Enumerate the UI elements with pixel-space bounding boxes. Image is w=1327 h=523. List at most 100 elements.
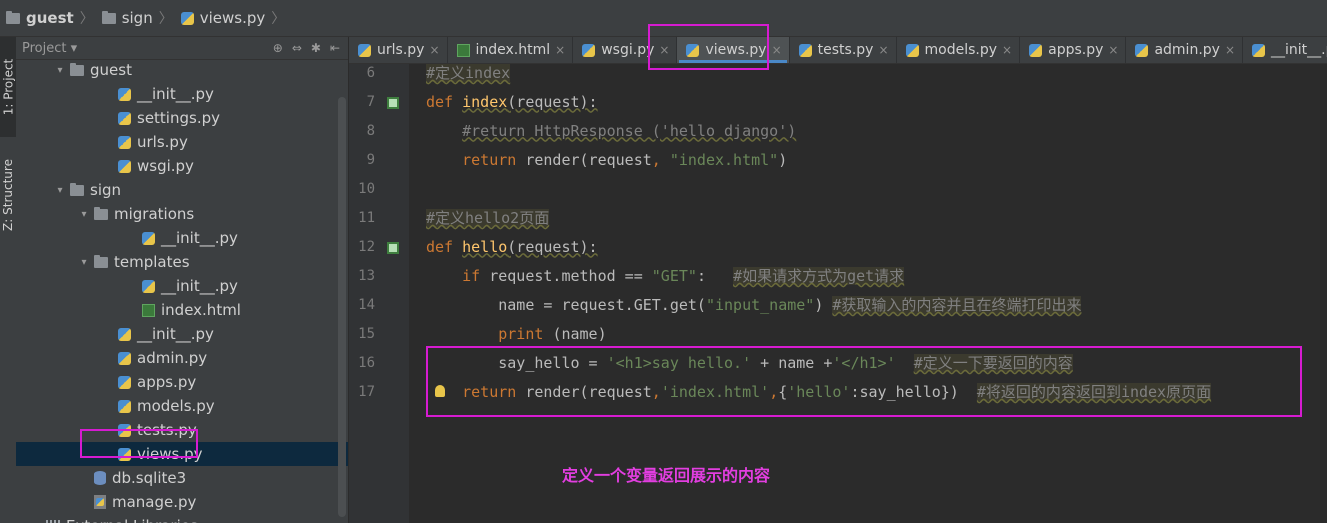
tree-item[interactable]: urls.py: [16, 130, 348, 154]
structure-tool-tab[interactable]: Z: Structure: [0, 142, 16, 247]
tree-item[interactable]: ▾ guest: [16, 58, 348, 82]
close-icon[interactable]: ×: [429, 43, 439, 57]
python-file-icon: [118, 399, 131, 413]
locate-icon[interactable]: ⊕: [273, 41, 283, 55]
settings-gear-icon[interactable]: ✱: [311, 41, 321, 55]
python-file-icon: [798, 43, 812, 57]
tree-item[interactable]: ▸External Libraries: [16, 514, 346, 523]
folder-icon: [6, 10, 20, 24]
line-number: 6: [366, 64, 375, 81]
tree-item[interactable]: db.sqlite3: [16, 466, 348, 490]
code-token: def: [426, 237, 463, 256]
tree-item-label: External Libraries: [66, 517, 198, 523]
breadcrumb-separator: 〉: [158, 11, 173, 27]
project-panel-header: Project ▾ ⊕ ⇔ ✱ ⇤: [16, 37, 348, 60]
line-number: 8: [366, 122, 375, 139]
tree-item[interactable]: index.html: [16, 298, 348, 322]
folder-icon: [70, 182, 84, 196]
folder-icon: [70, 62, 84, 76]
breadcrumb-folder[interactable]: sign: [96, 9, 157, 27]
python-file-icon: [118, 375, 131, 389]
python-file-icon: [582, 43, 596, 57]
close-icon[interactable]: ×: [1002, 43, 1012, 57]
tree-item[interactable]: __init__.py: [16, 82, 348, 106]
code-token: #return HttpResponse ('hello django'): [462, 121, 797, 140]
code-token: name = request.GET.get(: [426, 296, 706, 314]
python-file-icon: [1252, 43, 1266, 57]
editor-tab-label: apps.py: [1048, 42, 1104, 58]
project-panel-tools: ⊕ ⇔ ✱ ⇤: [273, 41, 348, 55]
python-file-icon: [358, 43, 371, 57]
tree-item[interactable]: apps.py: [16, 370, 348, 394]
code-line: 12 def hello(request):: [349, 232, 1327, 261]
project-view-selector[interactable]: Project ▾: [22, 41, 77, 56]
close-icon[interactable]: ×: [555, 43, 565, 57]
tree-item[interactable]: ▾ sign: [16, 178, 348, 202]
code-token: (name): [552, 324, 607, 343]
chevron-down-icon[interactable]: ▾: [78, 209, 90, 220]
folder-icon: [101, 10, 116, 24]
line-number: 16: [358, 354, 375, 371]
tree-item-label: index.html: [161, 301, 241, 319]
python-file-icon: [118, 87, 131, 101]
python-file-icon: [118, 111, 131, 125]
chevron-down-icon[interactable]: ▾: [78, 257, 90, 268]
tree-item[interactable]: manage.py: [16, 490, 348, 514]
close-icon[interactable]: ×: [772, 43, 782, 57]
run-gutter-icon[interactable]: [387, 95, 399, 109]
close-icon[interactable]: ×: [878, 43, 888, 57]
line-number: 14: [358, 296, 375, 313]
breadcrumb-file[interactable]: views.py: [175, 9, 270, 27]
code-line: 13 if request.method == "GET": #如果请求方式为g…: [349, 261, 1327, 290]
tree-item-label: db.sqlite3: [112, 469, 187, 487]
tree-item[interactable]: ▾ migrations: [16, 202, 348, 226]
tree-item-label: manage.py: [112, 493, 197, 511]
tree-item-label: __init__.py: [161, 277, 238, 295]
code-text: return render(request, "index.html"): [426, 151, 787, 169]
breadcrumb-project[interactable]: guest: [0, 9, 78, 27]
code-token: def: [426, 92, 463, 111]
breadcrumb-file-label: views.py: [199, 9, 266, 27]
run-gutter-icon[interactable]: [387, 240, 399, 254]
close-icon[interactable]: ×: [1108, 43, 1118, 57]
code-line: 11 #定义hello2页面: [349, 203, 1327, 232]
tree-item[interactable]: admin.py: [16, 346, 348, 370]
project-tool-tab[interactable]: 1: Project: [0, 37, 16, 137]
line-number: 7: [366, 93, 375, 110]
highlight-box-views-tab: [648, 24, 769, 70]
python-file-icon: [118, 159, 131, 173]
python-file-icon: [905, 43, 919, 57]
chevron-down-icon[interactable]: ▾: [54, 185, 66, 196]
editor-tab-label: urls.py: [377, 42, 425, 58]
tree-item-label: settings.py: [137, 109, 220, 127]
tree-item[interactable]: __init__.py: [16, 274, 348, 298]
structure-tool-tab-label: Z: Structure: [1, 158, 15, 231]
tree-item-label: urls.py: [137, 133, 188, 151]
folder-icon: [94, 254, 108, 268]
tree-item[interactable]: models.py: [16, 394, 348, 418]
tree-item-label: wsgi.py: [137, 157, 194, 175]
code-token: index: [462, 92, 508, 111]
chevron-down-icon[interactable]: ▾: [54, 65, 66, 76]
tree-item[interactable]: settings.py: [16, 106, 348, 130]
close-icon[interactable]: ×: [1225, 43, 1235, 57]
hide-icon[interactable]: ⇤: [330, 41, 340, 55]
line-number: 11: [358, 209, 375, 226]
editor-tab-label: wsgi.py: [601, 42, 655, 58]
code-view[interactable]: 6 #定义index 7 def index(request): 8 #return H…: [349, 64, 1327, 523]
tree-item[interactable]: __init__.py: [16, 322, 348, 346]
code-text: if request.method == "GET": #如果请求方式为get请…: [426, 265, 905, 286]
code-token: #获取输入的内容并且在终端打印出来: [832, 296, 1082, 314]
tree-item[interactable]: __init__.py: [16, 226, 348, 250]
code-token: (request):: [507, 92, 598, 111]
tree-item-label: models.py: [137, 397, 215, 415]
tree-item[interactable]: wsgi.py: [16, 154, 348, 178]
python-file-icon: [118, 351, 131, 365]
project-scrollbar[interactable]: [338, 97, 346, 517]
line-number: 9: [366, 151, 375, 168]
collapse-icon[interactable]: ⇔: [292, 41, 302, 55]
tree-item[interactable]: ▾ templates: [16, 250, 348, 274]
editor-tab-label: models.py: [924, 42, 998, 58]
python-file-icon: [118, 135, 131, 149]
line-number: 10: [358, 180, 375, 197]
